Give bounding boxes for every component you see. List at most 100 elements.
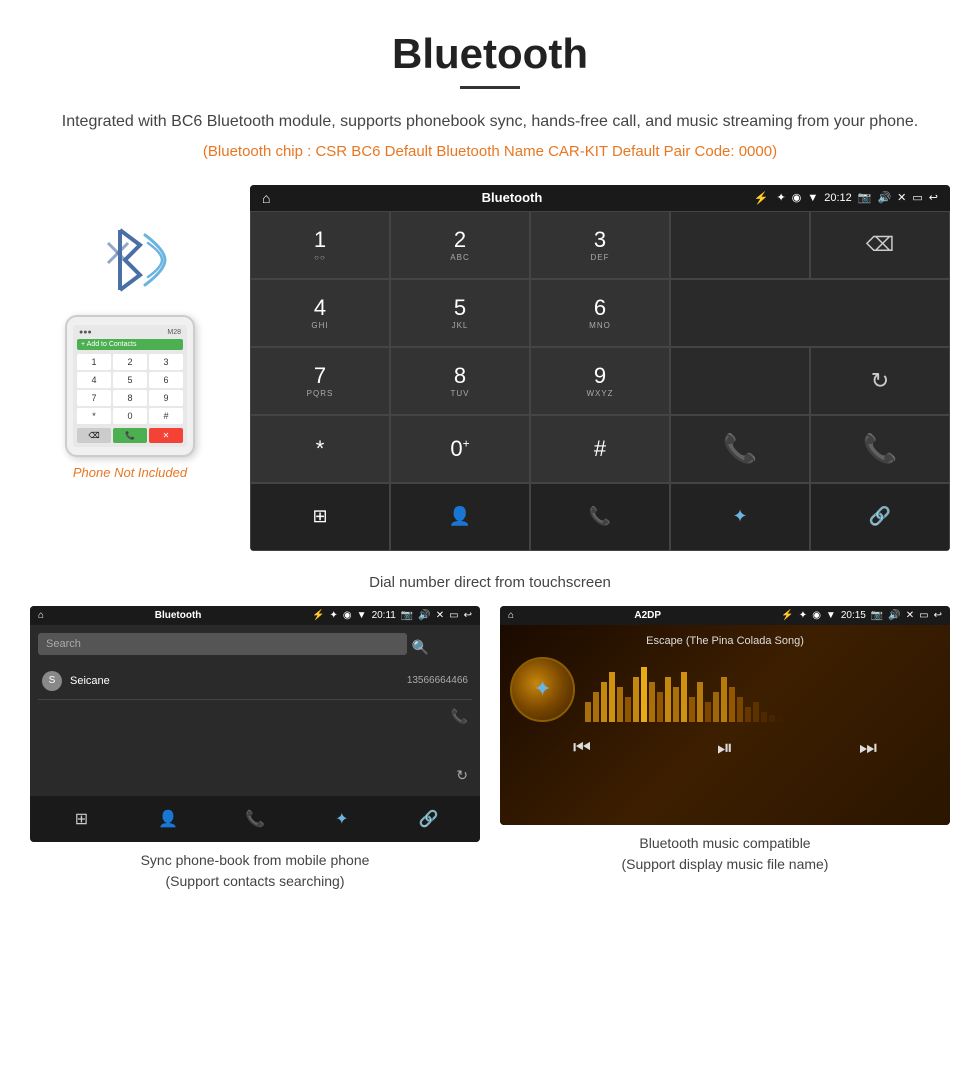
subtitle: Integrated with BC6 Bluetooth module, su… — [40, 109, 940, 135]
title-divider — [460, 86, 520, 89]
phone-status-bar: ●●●M28 — [77, 329, 183, 336]
action-bluetooth-icon[interactable]: ✦ — [670, 483, 810, 551]
contact-letter: S — [42, 671, 62, 691]
music-caption-line1: Bluetooth music compatible — [639, 835, 810, 851]
bottom-screenshots: ⌂ Bluetooth ⚡ ✦ ◉ ▼ 20:11 📷 🔊 ✕ ▭ ↩ Sear… — [0, 606, 980, 892]
signal-icon: ▼ — [807, 192, 818, 204]
dial-key-9[interactable]: 9WXYZ — [530, 347, 670, 415]
contact-name: Seicane — [70, 675, 407, 687]
music-visualizer — [585, 657, 940, 722]
home-icon-sm: ⌂ — [38, 610, 44, 621]
x-ms: ✕ — [906, 610, 914, 621]
dial-key-1[interactable]: 1○○ — [250, 211, 390, 279]
action-bt-pb[interactable]: ✦ — [327, 804, 357, 834]
music-caption-line2: (Support display music file name) — [622, 856, 829, 872]
action-phone-pb[interactable]: 📞 — [240, 804, 270, 834]
cam-sm: 📷 — [401, 610, 413, 621]
phone-bottom-row: ⌫ 📞 ✕ — [77, 428, 183, 443]
status-bar-main: ⌂ Bluetooth ⚡ ✦ ◉ ▼ 20:12 📷 🔊 ✕ ▭ ↩ — [250, 185, 950, 211]
bt-icon: ✦ — [777, 191, 786, 204]
music-content: Escape (The Pina Colada Song) ✦ — [500, 625, 950, 825]
dial-empty-2 — [670, 347, 810, 415]
dial-call-button[interactable]: 📞 — [670, 415, 810, 483]
phone-contact-bar: + Add to Contacts — [77, 339, 183, 350]
dial-caption: Dial number direct from touchscreen — [0, 566, 980, 606]
window-icon: ▭ — [912, 191, 922, 204]
vol-ms: 🔊 — [888, 610, 900, 621]
phonebook-block: ⌂ Bluetooth ⚡ ✦ ◉ ▼ 20:11 📷 🔊 ✕ ▭ ↩ Sear… — [30, 606, 480, 892]
music-controls: ⏮ ⏯ ⏭ — [510, 737, 940, 760]
action-link-pb[interactable]: 🔗 — [414, 804, 444, 834]
action-grid-icon[interactable]: ⊞ — [250, 483, 390, 551]
orange-info: (Bluetooth chip : CSR BC6 Default Blueto… — [40, 143, 940, 160]
contact-number: 13566664466 — [407, 675, 468, 686]
dial-key-2[interactable]: 2ABC — [390, 211, 530, 279]
sig-sm: ▼ — [357, 610, 367, 621]
caption-line2: (Support contacts searching) — [166, 873, 345, 889]
phone-area: ●●●M28 + Add to Contacts 1 2 3 4 5 6 7 8… — [30, 185, 230, 480]
dial-key-4[interactable]: 4GHI — [250, 279, 390, 347]
dial-backspace[interactable]: ⌫ — [810, 211, 950, 279]
phone-keypad: 1 2 3 4 5 6 7 8 9 * 0 # — [77, 354, 183, 424]
album-art: ✦ — [510, 657, 575, 722]
win-ms: ▭ — [919, 610, 928, 621]
phonebook-status-bar: ⌂ Bluetooth ⚡ ✦ ◉ ▼ 20:11 📷 🔊 ✕ ▭ ↩ — [30, 606, 480, 625]
home-icon: ⌂ — [262, 190, 270, 206]
dial-key-0[interactable]: 0+ — [390, 415, 530, 483]
action-contacts-pb[interactable]: 👤 — [153, 804, 183, 834]
loc-ms: ◉ — [812, 610, 821, 621]
dial-refresh[interactable]: ↻ — [810, 347, 950, 415]
dial-key-6[interactable]: 6MNO — [530, 279, 670, 347]
vol-sm: 🔊 — [418, 610, 430, 621]
search-placeholder: Search — [46, 638, 81, 650]
car-screen-dialpad: ⌂ Bluetooth ⚡ ✦ ◉ ▼ 20:12 📷 🔊 ✕ ▭ ↩ 1○○ — [250, 185, 950, 551]
refresh-icon-pb: ↻ — [456, 767, 468, 784]
phonebook-screen: ⌂ Bluetooth ⚡ ✦ ◉ ▼ 20:11 📷 🔊 ✕ ▭ ↩ Sear… — [30, 606, 480, 842]
phonebook-caption: Sync phone-book from mobile phone (Suppo… — [141, 850, 370, 892]
back-ms: ↩ — [934, 610, 942, 621]
music-caption: Bluetooth music compatible (Support disp… — [622, 833, 829, 875]
bt-ms: ✦ — [799, 610, 807, 621]
search-icon[interactable]: 🔍 — [412, 639, 429, 656]
volume-icon: 🔊 — [877, 191, 891, 204]
music-screen-title: A2DP — [519, 610, 776, 621]
usb-ms: ⚡ — [781, 610, 793, 621]
bt-sm: ✦ — [330, 610, 338, 621]
sig-ms: ▼ — [826, 610, 836, 621]
dial-key-5[interactable]: 5JKL — [390, 279, 530, 347]
phone-screen: ●●●M28 + Add to Contacts 1 2 3 4 5 6 7 8… — [73, 325, 187, 447]
action-grid-pb[interactable]: ⊞ — [66, 804, 96, 834]
action-link-icon[interactable]: 🔗 — [810, 483, 950, 551]
dial-key-hash[interactable]: # — [530, 415, 670, 483]
screen-title: Bluetooth — [278, 190, 745, 205]
phonebook-title: Bluetooth — [49, 610, 307, 621]
prev-track-btn[interactable]: ⏮ — [573, 737, 591, 760]
next-track-btn[interactable]: ⏭ — [859, 737, 877, 760]
contact-row[interactable]: S Seicane 13566664466 — [38, 663, 472, 700]
music-main: ✦ — [510, 657, 940, 722]
usb-icon: ⚡ — [754, 191, 769, 205]
dial-key-3[interactable]: 3DEF — [530, 211, 670, 279]
caption-line1: Sync phone-book from mobile phone — [141, 852, 370, 868]
dial-key-8[interactable]: 8TUV — [390, 347, 530, 415]
dial-empty-1 — [670, 279, 950, 347]
music-status-bar: ⌂ A2DP ⚡ ✦ ◉ ▼ 20:15 📷 🔊 ✕ ▭ ↩ — [500, 606, 950, 625]
phone-icon-pb: 📞 — [451, 708, 468, 725]
music-screen: ⌂ A2DP ⚡ ✦ ◉ ▼ 20:15 📷 🔊 ✕ ▭ ↩ Escape (T… — [500, 606, 950, 825]
dial-hangup-button[interactable]: 📞 — [810, 415, 950, 483]
title-section: Bluetooth Integrated with BC6 Bluetooth … — [0, 0, 980, 185]
dial-key-star[interactable]: * — [250, 415, 390, 483]
cam-ms: 📷 — [871, 610, 883, 621]
search-bar[interactable]: Search — [38, 633, 407, 655]
home-icon-ms: ⌂ — [508, 610, 514, 621]
camera-icon: 📷 — [858, 191, 872, 204]
phone-mockup: ●●●M28 + Add to Contacts 1 2 3 4 5 6 7 8… — [65, 315, 195, 457]
x-sm: ✕ — [436, 610, 444, 621]
phonebook-content: Search 🔍 S Seicane 13566664466 📞 ↻ — [30, 625, 480, 796]
play-pause-btn[interactable]: ⏯ — [717, 737, 733, 760]
action-contacts-icon[interactable]: 👤 — [390, 483, 530, 551]
status-icons: ✦ ◉ ▼ 20:12 📷 🔊 ✕ ▭ ↩ — [777, 191, 939, 204]
dial-key-7[interactable]: 7PQRS — [250, 347, 390, 415]
action-phone-icon[interactable]: 📞 — [530, 483, 670, 551]
time-display: 20:12 — [824, 192, 852, 204]
